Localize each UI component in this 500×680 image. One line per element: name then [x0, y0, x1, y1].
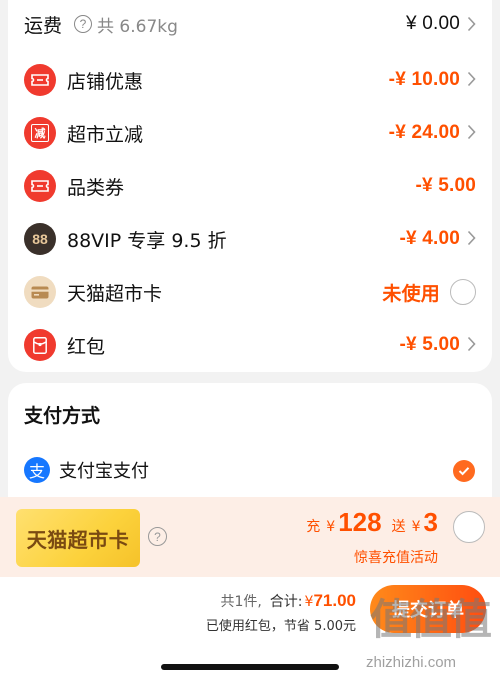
discount-label: 品类券 — [67, 176, 125, 199]
card-status: 未使用 — [382, 283, 440, 305]
chevron-right-icon[interactable] — [467, 71, 476, 87]
bonus-prefix: 送 — [391, 519, 406, 535]
discount-label: 88VIP 专享 9.5 折 — [67, 229, 227, 252]
home-indicator[interactable] — [161, 664, 339, 670]
total-currency: ¥ — [304, 594, 314, 610]
shipping-amount: ¥ 0.00 — [405, 13, 460, 34]
recharge-currency: ¥ — [326, 519, 336, 535]
watermark-url: zhizhizhi.com — [366, 654, 457, 671]
site-watermark: 值值值 — [370, 595, 492, 644]
vip-discount-row[interactable]: 88 88VIP 专享 9.5 折 -¥ 4.00 — [8, 214, 492, 264]
supermarket-discount-row[interactable]: 减 超市立减 -¥ 24.00 — [8, 108, 492, 158]
bonus-currency: ¥ — [411, 519, 421, 535]
discount-summary-card: 运费 ? 共 6.67kg ¥ 0.00 店铺优惠 -¥ 10.00 减 超市立… — [8, 0, 492, 372]
category-coupon-row[interactable]: 品类券 -¥ 5.00 — [8, 161, 492, 211]
payment-title: 支付方式 — [24, 405, 101, 427]
store-discount-row[interactable]: 店铺优惠 -¥ 10.00 — [8, 55, 492, 105]
discount-label: 店铺优惠 — [67, 70, 144, 93]
recharge-amount: 128 — [338, 507, 382, 537]
order-total: 共1件, 合计: ¥ 71.00 — [220, 591, 356, 611]
alipay-selected-radio[interactable] — [453, 460, 475, 482]
help-icon[interactable]: ? — [74, 15, 92, 33]
item-count: 共1件, — [220, 594, 262, 610]
discount-amount: -¥ 24.00 — [388, 122, 460, 143]
88vip-icon: 88 — [24, 223, 56, 255]
payment-method-card: 支付方式 支 支付宝支付 — [8, 383, 492, 513]
savings-note: 已使用红包，节省 5.00元 — [205, 619, 356, 634]
alipay-option-label[interactable]: 支付宝支付 — [59, 457, 149, 483]
alipay-icon: 支 — [24, 457, 50, 483]
chevron-right-icon[interactable] — [467, 16, 476, 32]
recharge-promo-banner: 天猫超市卡 ? 充 ¥ 128 送 ¥ 3 惊喜充值活动 — [0, 497, 500, 577]
red-packet-icon — [24, 329, 56, 361]
shipping-weight: 共 6.67kg — [97, 16, 178, 37]
coupon-icon — [24, 170, 56, 202]
check-icon — [458, 467, 470, 476]
discount-label: 天猫超市卡 — [67, 282, 163, 305]
card-icon — [24, 276, 56, 308]
discount-amount: -¥ 5.00 — [399, 334, 460, 355]
total-label: 合计: — [269, 594, 303, 610]
tmall-card-badge: 天猫超市卡 — [16, 509, 140, 567]
discount-amount: -¥ 4.00 — [399, 228, 460, 249]
discount-stamp-text: 减 — [31, 124, 49, 142]
discount-label: 超市立减 — [67, 123, 144, 146]
chevron-right-icon[interactable] — [467, 230, 476, 246]
promo-subtitle: 惊喜充值活动 — [354, 550, 438, 566]
help-icon[interactable]: ? — [148, 527, 167, 546]
chevron-right-icon[interactable] — [467, 124, 476, 140]
total-amount: 71.00 — [313, 591, 356, 610]
bonus-amount: 3 — [423, 507, 438, 537]
discount-amount: -¥ 10.00 — [388, 69, 460, 90]
recharge-prefix: 充 — [306, 519, 321, 535]
recharge-select-radio[interactable] — [453, 511, 485, 543]
discount-label: 红包 — [67, 335, 106, 358]
tmall-card-row[interactable]: 天猫超市卡 未使用 — [8, 267, 492, 317]
shipping-row: 运费 ? 共 6.67kg ¥ 0.00 — [8, 0, 492, 48]
discount-stamp-icon: 减 — [24, 117, 56, 149]
recharge-offer: 充 ¥ 128 送 ¥ 3 — [303, 507, 438, 541]
coupon-icon — [24, 64, 56, 96]
card-use-radio[interactable] — [450, 279, 476, 305]
red-packet-row[interactable]: 红包 -¥ 5.00 — [8, 320, 492, 370]
shipping-label: 运费 — [24, 14, 63, 37]
discount-amount: -¥ 5.00 — [415, 175, 476, 196]
chevron-right-icon[interactable] — [467, 336, 476, 352]
